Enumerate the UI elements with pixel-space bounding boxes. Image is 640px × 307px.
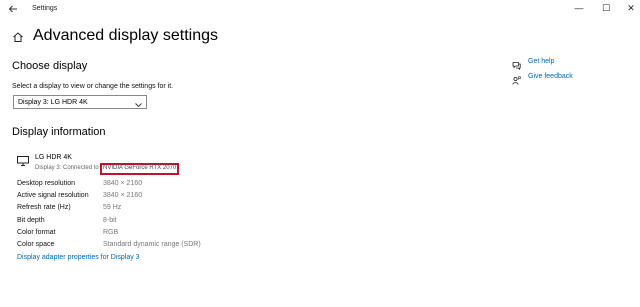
minimize-button[interactable]: — bbox=[571, 1, 587, 15]
display-information-heading: Display information bbox=[12, 126, 106, 138]
display-select-dropdown[interactable]: Display 3: LG HDR 4K bbox=[13, 95, 147, 109]
info-value-refresh-rate: 59 Hz bbox=[103, 204, 122, 211]
info-value-active-signal-resolution: 3840 × 2160 bbox=[103, 192, 143, 199]
give-feedback-link[interactable]: Give feedback bbox=[528, 72, 573, 81]
close-button[interactable]: ✕ bbox=[623, 1, 639, 15]
info-value-bit-depth: 8-bit bbox=[103, 217, 117, 224]
choose-display-instruction: Select a display to view or change the s… bbox=[12, 83, 174, 90]
connection-text: Display 3: Connected to bbox=[35, 165, 99, 171]
maximize-button[interactable]: ☐ bbox=[598, 1, 614, 15]
get-help-link[interactable]: Get help bbox=[528, 57, 554, 66]
info-value-color-format: RGB bbox=[103, 229, 119, 236]
info-value-desktop-resolution: 3840 × 2160 bbox=[103, 180, 143, 187]
display-adapter-properties-link[interactable]: Display adapter properties for Display 3 bbox=[17, 253, 140, 262]
info-label-color-format: Color format bbox=[17, 229, 56, 236]
info-label-active-signal-resolution: Active signal resolution bbox=[17, 192, 89, 199]
feedback-person-icon[interactable] bbox=[512, 72, 521, 85]
window-title: Settings bbox=[32, 5, 58, 12]
info-value-color-space: Standard dynamic range (SDR) bbox=[103, 241, 201, 248]
chevron-down-icon bbox=[134, 97, 143, 108]
info-label-desktop-resolution: Desktop resolution bbox=[17, 180, 75, 187]
info-label-refresh-rate: Refresh rate (Hz) bbox=[17, 204, 71, 211]
help-chat-icon[interactable] bbox=[512, 57, 521, 71]
choose-display-heading: Choose display bbox=[12, 60, 88, 72]
monitor-name: LG HDR 4K bbox=[35, 154, 72, 161]
info-label-color-space: Color space bbox=[17, 241, 55, 248]
display-select-value: Display 3: LG HDR 4K bbox=[18, 99, 88, 106]
monitor-icon bbox=[17, 153, 29, 166]
back-arrow-icon[interactable] bbox=[6, 2, 20, 16]
gpu-name: NVIDIA GeForce RTX 2070 bbox=[103, 165, 177, 171]
home-icon[interactable] bbox=[12, 30, 24, 42]
page-title: Advanced display settings bbox=[33, 27, 218, 44]
title-bar: Settings — ☐ ✕ bbox=[0, 0, 640, 18]
info-label-bit-depth: Bit depth bbox=[17, 217, 45, 224]
